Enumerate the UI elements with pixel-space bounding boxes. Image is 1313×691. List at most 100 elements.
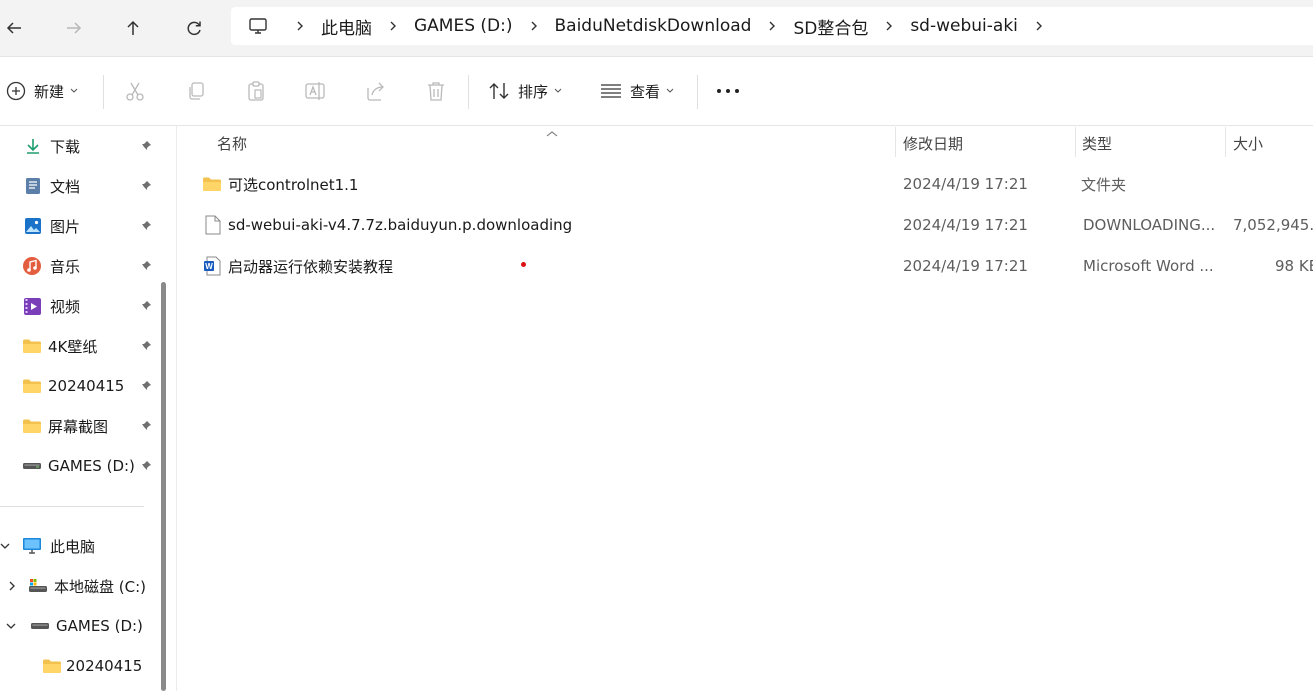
back-button[interactable]: [0, 8, 34, 48]
column-header-date[interactable]: 修改日期: [903, 130, 1068, 156]
share-icon: [367, 82, 384, 101]
tree-item-games-d[interactable]: GAMES (D:): [0, 608, 156, 644]
system-drive-icon: [29, 579, 47, 592]
sidebar-item-label: 文档: [50, 177, 81, 196]
breadcrumb-item[interactable]: SD整合包: [787, 14, 874, 39]
quick-access-item-4k-wallpaper[interactable]: 4K壁纸: [0, 328, 156, 364]
paste-button[interactable]: [245, 71, 267, 111]
new-button[interactable]: 新建: [6, 71, 78, 111]
computer-icon[interactable]: [231, 16, 285, 36]
drive-icon: [31, 623, 49, 629]
sidebar-item-label: 音乐: [50, 257, 81, 276]
new-button-label: 新建: [34, 82, 65, 101]
file-row[interactable]: sd-webui-aki-v4.7.7z.baiduyun.p.download…: [177, 205, 1313, 245]
file-size: [1233, 164, 1313, 204]
file-date: 2024/4/19 17:21: [903, 216, 1028, 234]
quick-access-item-screenshots[interactable]: 屏幕截图: [0, 408, 156, 444]
pin-icon: [141, 221, 151, 231]
file-size: 7,052,945...: [1233, 216, 1313, 234]
view-button-label: 查看: [630, 82, 661, 101]
breadcrumb-item[interactable]: 此电脑: [315, 14, 378, 39]
chevron-down-icon: [70, 88, 78, 93]
rename-icon: [305, 82, 325, 100]
quick-access-item-20240415[interactable]: 20240415: [0, 368, 156, 404]
folder-icon: [23, 419, 41, 433]
chevron-right-icon[interactable]: [285, 20, 315, 32]
file-type: 文件夹: [1081, 175, 1127, 194]
quick-access-item-pictures[interactable]: 图片: [0, 208, 156, 244]
breadcrumb-item[interactable]: GAMES (D:): [408, 16, 519, 36]
chevron-right-icon[interactable]: [1024, 20, 1054, 32]
sidebar-item-label: 下载: [50, 137, 81, 156]
toolbar-divider: [103, 75, 104, 109]
file-type: DOWNLOADING...: [1083, 216, 1216, 234]
sidebar-scrollbar[interactable]: [161, 282, 166, 691]
pictures-icon: [25, 218, 41, 234]
column-header-type[interactable]: 类型: [1082, 130, 1222, 156]
column-divider[interactable]: [1075, 127, 1076, 157]
chevron-right-icon[interactable]: [757, 20, 787, 32]
blank-file-icon: [205, 205, 225, 245]
quick-access-item-music[interactable]: 音乐: [0, 248, 156, 284]
computer-icon: [23, 538, 41, 554]
file-date: 2024/4/19 17:21: [903, 175, 1028, 193]
pin-icon: [141, 341, 151, 351]
file-type: Microsoft Word ...: [1083, 257, 1214, 275]
sidebar-divider: [0, 506, 144, 507]
chevron-right-icon[interactable]: [874, 20, 904, 32]
tree-item-local-disk-c[interactable]: 本地磁盘 (C:): [0, 568, 156, 604]
refresh-button[interactable]: [174, 8, 214, 48]
column-header-size[interactable]: 大小: [1233, 130, 1313, 156]
file-row[interactable]: 可选controlnet1.1 2024/4/19 17:21 文件夹: [177, 164, 1313, 204]
file-row[interactable]: W 启动器运行依赖安装教程 2024/4/19 17:21 Microsoft …: [177, 246, 1313, 286]
share-button[interactable]: [365, 71, 387, 111]
column-divider[interactable]: [895, 127, 896, 157]
pin-icon: [141, 141, 151, 151]
pin-icon: [141, 261, 151, 271]
sidebar-item-label: 20240415: [66, 657, 143, 675]
video-icon: [24, 297, 41, 315]
view-list-icon: [601, 84, 621, 98]
file-list-empty-area[interactable]: [177, 290, 1313, 691]
cut-button[interactable]: [124, 71, 146, 111]
add-circle-icon: [6, 81, 26, 101]
more-options-button[interactable]: [716, 71, 740, 111]
chevron-right-icon[interactable]: [8, 581, 16, 591]
toolbar-divider: [697, 75, 698, 109]
rename-button[interactable]: [304, 71, 328, 111]
quick-access-item-documents[interactable]: 文档: [0, 168, 156, 204]
file-size: 98 KB: [1275, 257, 1313, 275]
tree-item-20240415[interactable]: 20240415: [0, 648, 156, 684]
chevron-right-icon[interactable]: [519, 20, 549, 32]
sidebar-item-label: 20240415: [48, 377, 125, 395]
forward-button[interactable]: [54, 8, 94, 48]
command-bar: 新建 排序 查看: [0, 57, 1313, 126]
breadcrumb-item[interactable]: BaiduNetdiskDownload: [549, 16, 758, 36]
chevron-down-icon[interactable]: [0, 541, 10, 551]
column-divider[interactable]: [1225, 127, 1226, 157]
up-button[interactable]: [113, 8, 153, 48]
quick-access-item-games-drive[interactable]: GAMES (D:): [0, 448, 156, 484]
scissors-icon: [126, 82, 144, 101]
pin-icon: [141, 301, 151, 311]
column-header-name[interactable]: 名称: [217, 130, 887, 156]
breadcrumb-item[interactable]: sd-webui-aki: [904, 16, 1024, 36]
pin-icon: [141, 461, 151, 471]
tree-item-this-pc[interactable]: 此电脑: [0, 528, 156, 564]
download-icon: [27, 139, 39, 154]
chevron-down-icon: [666, 88, 674, 93]
sidebar-item-label: 屏幕截图: [48, 417, 109, 436]
address-bar-area: 此电脑 GAMES (D:) BaiduNetdiskDownload SD整合…: [0, 0, 1313, 57]
delete-button[interactable]: [425, 71, 447, 111]
drive-icon: [23, 463, 41, 469]
view-button[interactable]: 查看: [600, 71, 674, 111]
chevron-right-icon[interactable]: [378, 20, 408, 32]
chevron-down-icon[interactable]: [6, 621, 16, 631]
refresh-icon: [187, 21, 201, 36]
quick-access-item-videos[interactable]: 视频: [0, 288, 156, 324]
svg-text:W: W: [205, 262, 213, 271]
quick-access-item-downloads[interactable]: 下载: [0, 128, 156, 164]
copy-button[interactable]: [185, 71, 207, 111]
sort-button[interactable]: 排序: [488, 71, 562, 111]
breadcrumb[interactable]: 此电脑 GAMES (D:) BaiduNetdiskDownload SD整合…: [231, 7, 1313, 45]
